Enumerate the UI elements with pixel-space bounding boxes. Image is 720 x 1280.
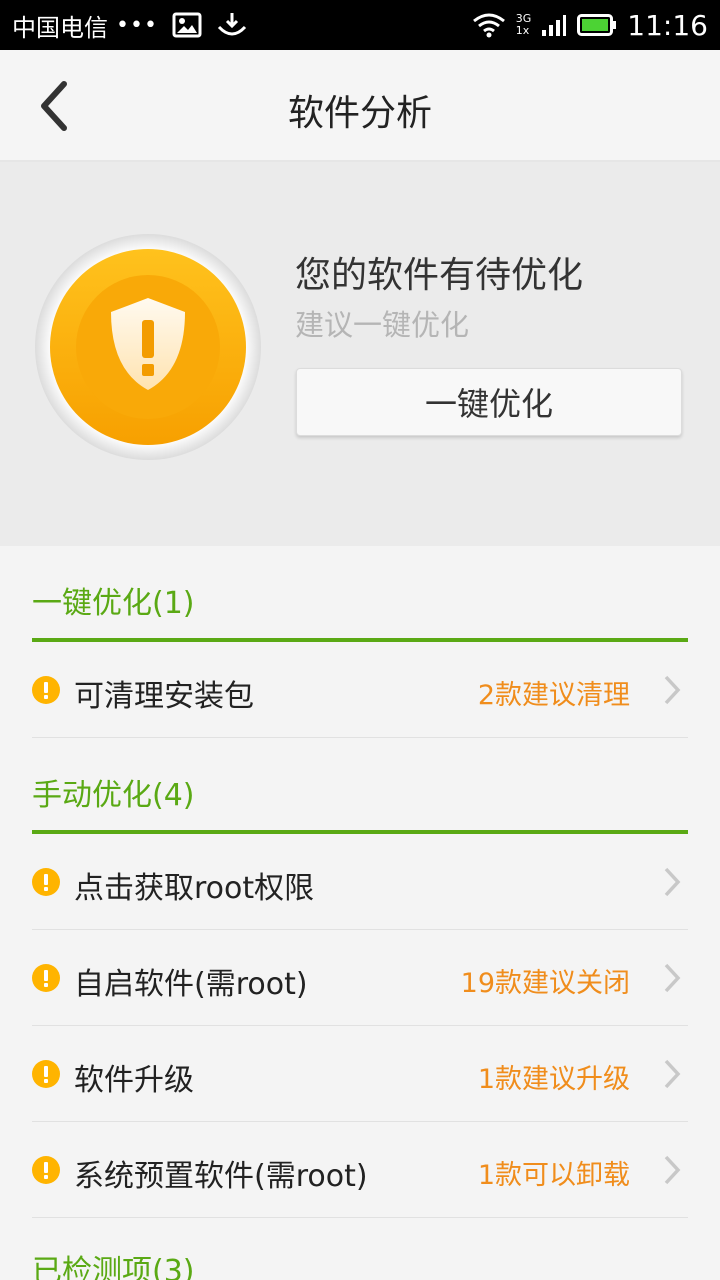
clock: 11:16 — [627, 8, 708, 42]
download-icon — [217, 13, 247, 36]
section-header-detected: 已检测项(3) — [32, 1254, 195, 1280]
warning-icon — [32, 868, 60, 896]
chevron-right-icon — [664, 1155, 681, 1185]
section-header-manual: 手动优化(4) — [32, 738, 688, 834]
network-type-bottom: 1x — [515, 24, 530, 37]
network-indicator: 3G 1x — [516, 13, 532, 37]
battery-icon — [577, 14, 617, 36]
list-item-hint: 2款建议清理 — [477, 680, 630, 711]
list-item-hint: 19款建议关闭 — [460, 968, 630, 999]
one-click-optimize-button[interactable]: 一键优化 — [296, 368, 682, 436]
chevron-right-icon — [664, 867, 681, 897]
list-item-label: 点击获取root权限 — [74, 871, 315, 906]
list-item-clean-packages[interactable]: 可清理安装包 2款建议清理 — [32, 642, 688, 738]
chevron-right-icon — [664, 675, 681, 705]
shield-warning-icon — [35, 234, 261, 460]
list-item-label: 自启软件(需root) — [74, 967, 308, 1002]
section-title: 一键优化(1) — [32, 586, 195, 621]
warning-icon — [32, 1156, 60, 1184]
section-title: 手动优化(4) — [32, 778, 195, 813]
list-item-label: 软件升级 — [74, 1063, 194, 1098]
gallery-icon — [172, 12, 202, 38]
signal-icon — [542, 15, 567, 36]
list-item-preinstalled-apps[interactable]: 系统预置软件(需root) 1款可以卸载 — [32, 1122, 688, 1218]
list-item-label: 可清理安装包 — [74, 679, 254, 714]
notification-dots: ••• — [116, 12, 158, 38]
list-item-label: 系统预置软件(需root) — [74, 1159, 368, 1194]
title-bar: 软件分析 — [0, 50, 720, 162]
status-subtitle: 建议一键优化 — [295, 308, 470, 342]
list-item-app-upgrade[interactable]: 软件升级 1款建议升级 — [32, 1026, 688, 1122]
warning-icon — [32, 964, 60, 992]
list-item-hint: 1款建议升级 — [477, 1064, 630, 1095]
status-headline: 您的软件有待优化 — [295, 255, 584, 296]
warning-icon — [32, 1060, 60, 1088]
list-item-autostart-apps[interactable]: 自启软件(需root) 19款建议关闭 — [32, 930, 688, 1026]
list-item-hint: 1款可以卸载 — [477, 1160, 630, 1191]
wifi-icon — [472, 13, 505, 38]
analysis-summary: 您的软件有待优化 建议一键优化 一键优化 — [0, 162, 720, 546]
warning-icon — [32, 676, 60, 704]
list-item-get-root[interactable]: 点击获取root权限 — [32, 834, 688, 930]
chevron-right-icon — [664, 1059, 681, 1089]
page-title: 软件分析 — [287, 93, 432, 134]
carrier-name: 中国电信 — [12, 13, 108, 42]
section-header-one-click: 一键优化(1) — [32, 546, 688, 642]
chevron-right-icon — [664, 963, 681, 993]
status-bar: 中国电信 ••• 3G 1x 11:16 — [0, 0, 720, 50]
